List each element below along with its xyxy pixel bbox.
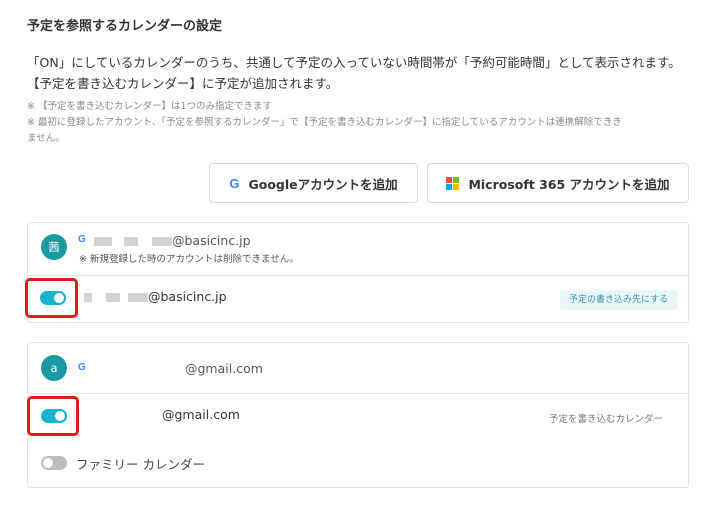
section-title: 予定を参照するカレンダーの設定 [27, 19, 223, 34]
microsoft-logo-icon [446, 176, 460, 190]
account-email-domain: @basicinc.jp [171, 233, 251, 248]
redacted-text [105, 293, 120, 302]
calendar-toggle-family[interactable] [41, 456, 67, 470]
redacted-text [94, 237, 112, 246]
calendar-name-family: ファミリー カレンダー [76, 457, 205, 472]
set-write-calendar-button[interactable]: 予定の書き込み先にする [560, 290, 678, 310]
note-1: ※ 【予定を書き込むカレンダー】は1つのみ指定できます [27, 101, 273, 112]
redacted-text [127, 293, 148, 302]
account-email: @gmail.com [185, 361, 263, 376]
avatar: 茜 [41, 234, 67, 260]
avatar: a [41, 355, 67, 381]
calendar-name: @basicinc.jp [84, 289, 227, 304]
calendar-name: @gmail.com [162, 407, 240, 422]
redacted-text [123, 237, 138, 246]
write-calendar-label: 予定を書き込むカレンダー [549, 414, 664, 425]
note-2: ※ 最初に登録したアカウント、「予定を参照するカレンダー」で【予定を書き込むカレ… [27, 117, 622, 128]
note-3: ません。 [27, 133, 65, 144]
calendar-toggle-basicinc[interactable] [40, 291, 66, 305]
calendar-toggle-gmail[interactable] [41, 409, 67, 423]
redacted-text [84, 293, 92, 302]
redacted-text [151, 237, 172, 246]
account-email: @basicinc.jp [94, 233, 251, 248]
add-microsoft-account-button[interactable]: Microsoft 365 アカウントを追加 [427, 163, 689, 203]
add-microsoft-account-label: Microsoft 365 アカウントを追加 [468, 176, 670, 192]
description-line-2: 【予定を書き込むカレンダー】に予定が追加されます。 [27, 76, 339, 91]
description-line-1: 「ON」にしているカレンダーのうち、共通して予定の入っていない時間帯が「予約可能… [27, 55, 681, 70]
google-g-icon: G [78, 234, 86, 245]
google-g-icon: G [229, 175, 240, 191]
account-delete-note: ※ 新規登録した時のアカウントは削除できません。 [79, 254, 299, 265]
calendar-name-domain: @basicinc.jp [147, 289, 227, 304]
divider [28, 275, 688, 276]
toggle-knob [54, 293, 64, 303]
toggle-knob [55, 411, 65, 421]
google-g-icon: G [78, 362, 86, 373]
toggle-knob [43, 458, 53, 468]
divider [28, 393, 688, 394]
add-google-account-label: Googleアカウントを追加 [248, 176, 398, 192]
add-google-account-button[interactable]: G Googleアカウントを追加 [209, 163, 418, 203]
